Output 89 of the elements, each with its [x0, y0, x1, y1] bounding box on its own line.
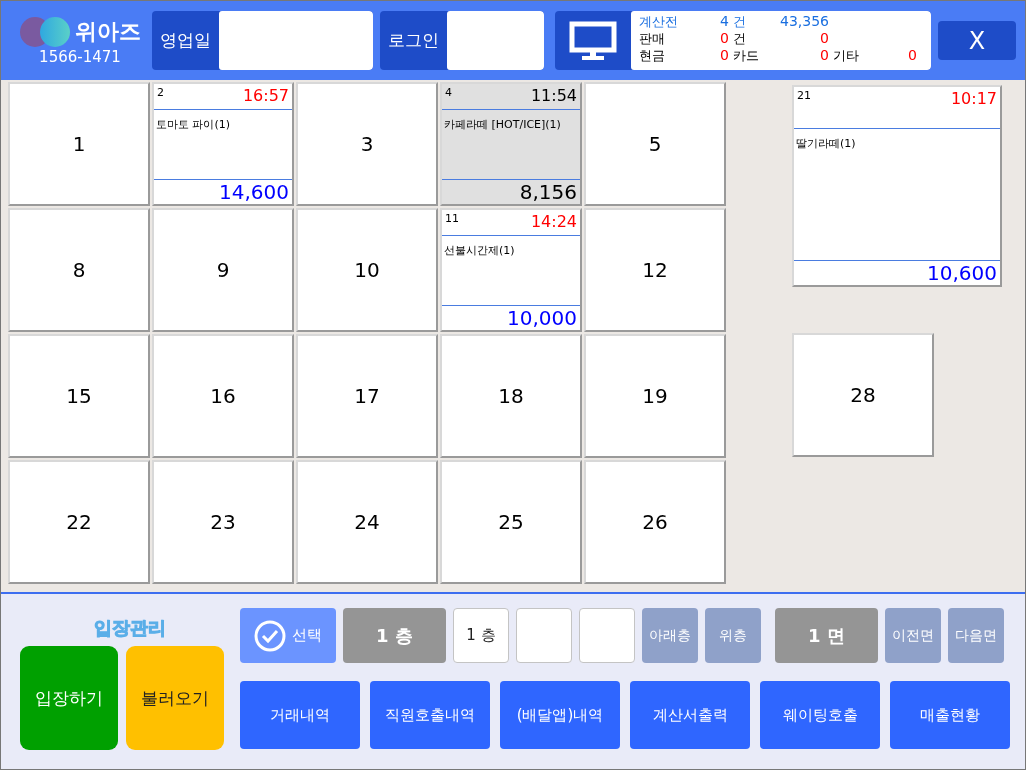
table-tile[interactable]: 9 [152, 208, 294, 332]
table-number: 12 [642, 258, 668, 282]
table-tile[interactable]: 15 [8, 334, 150, 458]
table-tile[interactable]: 25 [440, 460, 582, 584]
table-tile[interactable]: 3 [296, 82, 438, 206]
table-tile[interactable]: 19 [584, 334, 726, 458]
logo-icon [19, 15, 71, 48]
action-button[interactable]: 직원호출내역 [370, 681, 490, 749]
header-field[interactable]: 로그인 [380, 11, 544, 70]
phone-number: 1566-1471 [39, 47, 121, 66]
table-number: 10 [354, 258, 380, 282]
table-tile[interactable]: 23 [152, 460, 294, 584]
table-number: 8 [72, 258, 86, 282]
table-number: 4 [445, 86, 452, 99]
table-tile[interactable]: 5 [584, 82, 726, 206]
floor-slot[interactable] [579, 608, 635, 663]
summary-label: 건 [733, 13, 746, 30]
table-number: 22 [66, 510, 92, 534]
order-item: 카페라떼 [HOT/ICE](1) [444, 118, 561, 131]
summary-value: 0 [820, 30, 829, 47]
action-button[interactable]: 웨이팅호출 [760, 681, 880, 749]
summary-label: 건 [733, 30, 746, 47]
action-button[interactable]: 거래내역 [240, 681, 360, 749]
table-number: 3 [360, 132, 374, 156]
floor-slot[interactable] [516, 608, 572, 663]
table-number: 21 [797, 89, 811, 102]
action-button[interactable]: 계산서출력 [630, 681, 750, 749]
order-amount: 10,600 [927, 261, 997, 285]
summary-label: 판매 [639, 30, 665, 47]
summary-value: 0 [720, 47, 729, 64]
monitor-icon [569, 20, 617, 61]
table-number: 2 [157, 86, 164, 99]
table-number: 19 [642, 384, 668, 408]
table-number: 15 [66, 384, 92, 408]
table-tile[interactable]: 2 16:57 토마토 파이(1) 14,600 [152, 82, 294, 206]
order-time: 14:24 [530, 212, 577, 231]
table-number: 11 [445, 212, 459, 225]
order-time: 10:17 [950, 89, 997, 108]
table-number: 28 [850, 383, 876, 407]
table-tile[interactable]: 11 14:24 선불시간제(1) 10,000 [440, 208, 582, 332]
summary-label: 기타 [833, 47, 859, 64]
table-tile[interactable]: 17 [296, 334, 438, 458]
summary-label: 현금 [639, 47, 665, 64]
table-tile[interactable]: 26 [584, 460, 726, 584]
floor-slot[interactable]: 1 층 [453, 608, 509, 663]
table-tile[interactable]: 24 [296, 460, 438, 584]
table-tile[interactable]: 12 [584, 208, 726, 332]
summary-label: 계산전 [639, 13, 678, 30]
order-time: 16:57 [242, 86, 289, 105]
table-tile[interactable]: 22 [8, 460, 150, 584]
summary-value: 4 [720, 13, 729, 30]
entry-title: 입장관리 [94, 616, 166, 640]
table-tile[interactable]: 4 11:54 카페라떼 [HOT/ICE](1) 8,156 [440, 82, 582, 206]
table-tile[interactable]: 18 [440, 334, 582, 458]
summary-value: 43,356 [780, 13, 829, 30]
table-number: 16 [210, 384, 236, 408]
table-number: 23 [210, 510, 236, 534]
summary-value: 0 [820, 47, 829, 64]
table-tile[interactable]: 10 [296, 208, 438, 332]
table-number: 5 [648, 132, 662, 156]
table-tile[interactable]: 16 [152, 334, 294, 458]
order-item: 선불시간제(1) [444, 244, 515, 257]
table-tile[interactable]: 28 [792, 333, 934, 457]
table-number: 17 [354, 384, 380, 408]
table-number: 18 [498, 384, 524, 408]
entry-button[interactable]: 불러오기 [126, 646, 224, 750]
brand-name: 위아즈 [75, 17, 141, 46]
order-item: 딸기라떼(1) [796, 137, 856, 150]
table-number: 26 [642, 510, 668, 534]
table-number: 25 [498, 510, 524, 534]
summary-value: 0 [720, 30, 729, 47]
summary-label: 카드 [733, 47, 759, 64]
table-number: 24 [354, 510, 380, 534]
summary-value: 0 [908, 47, 917, 64]
action-button[interactable]: 매출현황 [890, 681, 1010, 749]
table-number: 9 [216, 258, 230, 282]
table-tile[interactable]: 21 10:17 딸기라떼(1) 10,600 [792, 85, 1002, 287]
table-tile[interactable]: 1 [8, 82, 150, 206]
close-button[interactable]: X [938, 21, 1016, 60]
table-number: 1 [72, 132, 86, 156]
order-amount: 8,156 [519, 180, 577, 204]
header-field[interactable]: 영업일 [152, 11, 373, 70]
order-item: 토마토 파이(1) [156, 118, 231, 131]
order-amount: 14,600 [219, 180, 289, 204]
order-amount: 10,000 [507, 306, 577, 330]
check-circle-icon [254, 619, 286, 652]
action-button[interactable]: (배달앱)내역 [500, 681, 620, 749]
table-tile[interactable]: 8 [8, 208, 150, 332]
order-time: 11:54 [530, 86, 577, 105]
